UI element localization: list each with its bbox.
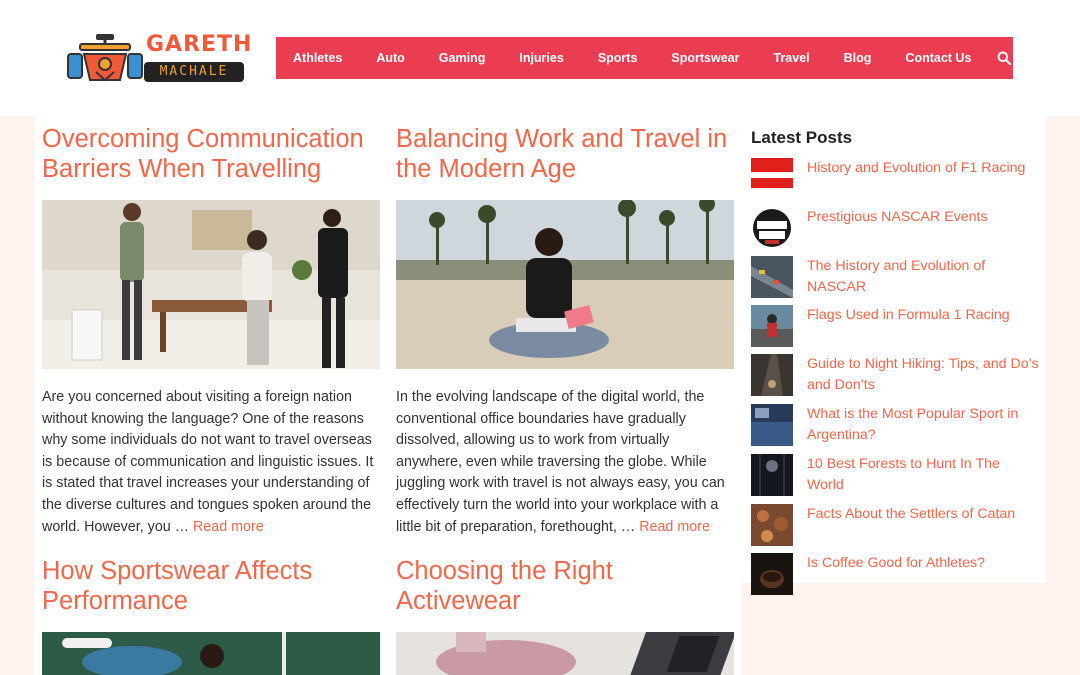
latest-post-thumbnail — [751, 256, 793, 298]
latest-post-item[interactable]: Flags Used in Formula 1 Racing — [751, 305, 1041, 349]
latest-post-thumbnail — [751, 354, 793, 396]
sidebar: Latest Posts History and Evolution of F1… — [742, 116, 1046, 595]
post-excerpt: In the evolving landscape of the digital… — [396, 387, 734, 538]
logo-text-top: GARETH — [146, 32, 253, 57]
site-header: GARETH MACHALE Athletes Auto Gaming Inju… — [0, 0, 1080, 116]
latest-post-title[interactable]: The History and Evolution of NASCAR — [807, 256, 1039, 298]
nav-item-sportswear[interactable]: Sportswear — [654, 51, 756, 65]
nav-item-sports[interactable]: Sports — [581, 51, 655, 65]
nav-item-auto[interactable]: Auto — [359, 51, 421, 65]
search-icon[interactable] — [994, 46, 1013, 70]
latest-post-thumbnail — [751, 553, 793, 595]
post-thumbnail[interactable] — [396, 632, 734, 675]
post-title[interactable]: Balancing Work and Travel in the Modern … — [396, 124, 734, 184]
main-nav: Athletes Auto Gaming Injuries Sports Spo… — [276, 37, 1013, 79]
nav-item-travel[interactable]: Travel — [757, 51, 827, 65]
post-card: How Sportswear Affects Performance — [42, 556, 380, 616]
latest-post-title[interactable]: Flags Used in Formula 1 Racing — [807, 305, 1039, 326]
latest-post-item[interactable]: 10 Best Forests to Hunt In The World — [751, 454, 1041, 498]
latest-post-thumbnail — [751, 404, 793, 446]
latest-post-title[interactable]: Facts About the Settlers of Catan — [807, 504, 1039, 525]
nav-item-gaming[interactable]: Gaming — [422, 51, 503, 65]
latest-post-thumbnail — [751, 305, 793, 347]
latest-post-thumbnail — [751, 158, 793, 200]
nav-item-blog[interactable]: Blog — [827, 51, 889, 65]
read-more-link[interactable]: Read more — [639, 519, 710, 535]
latest-post-item[interactable]: Is Coffee Good for Athletes? — [751, 553, 1041, 597]
latest-post-item[interactable]: What is the Most Popular Sport in Argent… — [751, 404, 1041, 448]
post-excerpt-text: Are you concerned about visiting a forei… — [42, 389, 374, 535]
post-thumbnail[interactable] — [42, 632, 380, 675]
latest-post-item[interactable]: The History and Evolution of NASCAR — [751, 256, 1041, 300]
logo-text-bottom: MACHALE — [144, 62, 244, 82]
post-title[interactable]: Overcoming Communication Barriers When T… — [42, 124, 380, 184]
latest-post-title[interactable]: Guide to Night Hiking: Tips, and Do’s an… — [807, 354, 1039, 396]
post-excerpt-text: In the evolving landscape of the digital… — [396, 389, 725, 535]
race-car-logo-icon — [67, 34, 143, 82]
sidebar-title: Latest Posts — [751, 128, 853, 147]
latest-post-title[interactable]: Is Coffee Good for Athletes? — [807, 553, 1039, 574]
latest-post-item[interactable]: Prestigious NASCAR Events — [751, 207, 1041, 251]
post-card: Choosing the Right Activewear — [396, 556, 734, 616]
post-title[interactable]: How Sportswear Affects Performance — [42, 556, 380, 616]
read-more-link[interactable]: Read more — [193, 519, 264, 535]
post-excerpt: Are you concerned about visiting a forei… — [42, 387, 380, 538]
post-card: Balancing Work and Travel in the Modern … — [396, 124, 734, 184]
post-thumbnail[interactable] — [396, 200, 734, 369]
latest-post-thumbnail — [751, 504, 793, 546]
nav-item-contact[interactable]: Contact Us — [888, 51, 988, 65]
latest-post-title[interactable]: 10 Best Forests to Hunt In The World — [807, 454, 1039, 496]
post-thumbnail[interactable] — [42, 200, 380, 369]
site-logo[interactable]: GARETH MACHALE — [66, 32, 251, 84]
latest-post-item[interactable]: History and Evolution of F1 Racing — [751, 158, 1041, 202]
posts-area: Overcoming Communication Barriers When T… — [34, 116, 742, 675]
latest-post-item[interactable]: Guide to Night Hiking: Tips, and Do’s an… — [751, 354, 1041, 398]
post-title[interactable]: Choosing the Right Activewear — [396, 556, 734, 616]
post-card: Overcoming Communication Barriers When T… — [42, 124, 380, 184]
nav-item-athletes[interactable]: Athletes — [276, 51, 359, 65]
latest-post-thumbnail — [751, 207, 793, 249]
latest-post-thumbnail — [751, 454, 793, 496]
latest-post-title[interactable]: History and Evolution of F1 Racing — [807, 158, 1039, 179]
nav-item-injuries[interactable]: Injuries — [502, 51, 580, 65]
latest-post-title[interactable]: Prestigious NASCAR Events — [807, 207, 1039, 228]
latest-post-title[interactable]: What is the Most Popular Sport in Argent… — [807, 404, 1039, 446]
latest-post-item[interactable]: Facts About the Settlers of Catan — [751, 504, 1041, 548]
